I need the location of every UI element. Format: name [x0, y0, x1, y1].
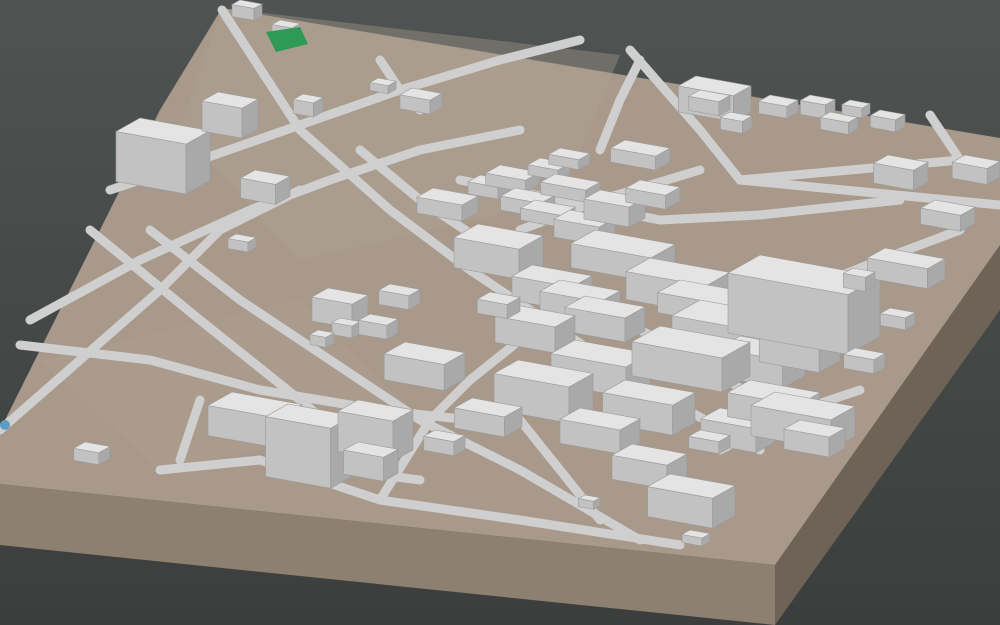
building [231, 0, 263, 21]
building [869, 109, 906, 133]
building [577, 494, 601, 510]
building [841, 99, 871, 119]
city-model-scene [0, 0, 1000, 625]
water-feature [0, 420, 10, 430]
building [331, 317, 361, 339]
building [72, 441, 111, 466]
building [292, 93, 324, 118]
building-wall-front [265, 416, 331, 489]
building [115, 117, 211, 195]
building [342, 441, 399, 482]
building [476, 291, 521, 320]
building [369, 77, 397, 95]
building [309, 329, 335, 348]
building [842, 267, 876, 292]
building [239, 169, 291, 205]
building [719, 111, 753, 134]
building [201, 91, 259, 139]
building [227, 233, 257, 253]
building [357, 313, 399, 340]
building [879, 307, 916, 331]
